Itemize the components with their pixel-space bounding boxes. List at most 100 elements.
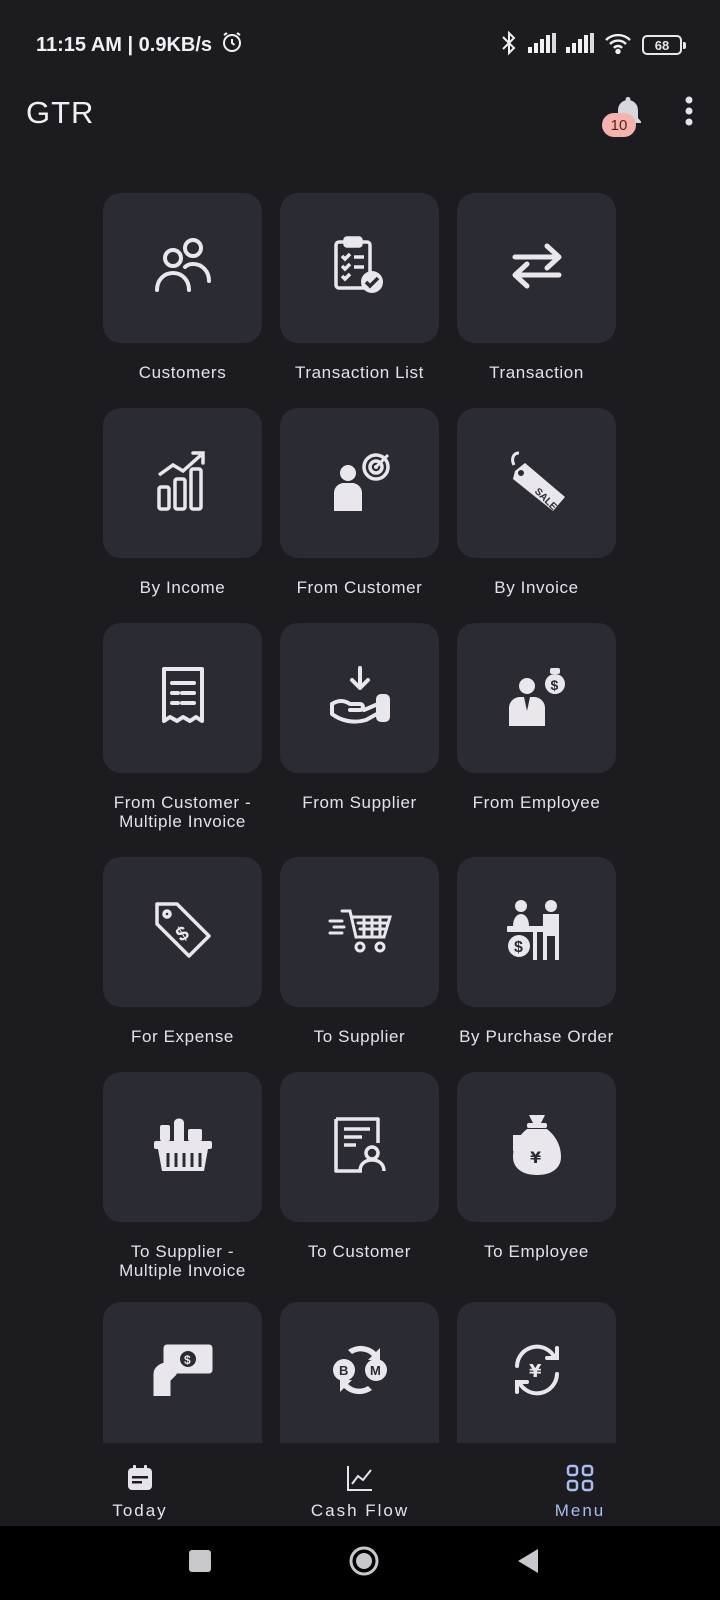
tile-box[interactable]: SALE	[457, 408, 616, 558]
swap-arrows-icon	[507, 241, 567, 296]
document-person-icon	[332, 1115, 388, 1180]
bottom-nav: Today Cash Flow Menu	[0, 1452, 720, 1526]
tile-label: To Supplier	[313, 1027, 406, 1046]
menu-item-hand-cash[interactable]: $	[103, 1302, 262, 1443]
tile-box[interactable]: $	[457, 857, 616, 1007]
tile-label: To Employee	[484, 1242, 589, 1261]
tile-box[interactable]	[280, 623, 439, 773]
status-left: 11:15 AM | 0.9KB/s	[36, 30, 244, 60]
tile-label: From Supplier	[302, 793, 417, 812]
yen-bag-icon: ¥	[509, 1113, 565, 1182]
tile-box[interactable]	[103, 623, 262, 773]
tile-label: By Income	[139, 578, 226, 597]
svg-text:$: $	[550, 677, 558, 693]
more-vert-icon[interactable]	[684, 96, 694, 131]
tile-box[interactable]	[103, 193, 262, 343]
notifications-button[interactable]: 10	[602, 91, 650, 137]
tile-box[interactable]	[280, 408, 439, 558]
grocery-basket-icon	[152, 1115, 214, 1180]
trend-chart-icon	[346, 1464, 374, 1497]
wifi-icon	[604, 32, 632, 59]
tile-label: From Customer - Multiple Invoice	[113, 793, 252, 831]
app-bar: GTR 10	[0, 80, 720, 146]
svg-text:$: $	[184, 1353, 191, 1367]
hand-receive-icon	[328, 665, 392, 731]
menu-item-customers[interactable]: Customers	[103, 193, 262, 382]
tile-box[interactable]	[103, 408, 262, 558]
back-icon[interactable]	[516, 1547, 540, 1580]
tile-label: By Invoice	[494, 578, 579, 597]
tile-box[interactable]	[280, 1072, 439, 1222]
tile-box[interactable]	[457, 193, 616, 343]
signal-icon	[566, 32, 594, 58]
menu-item-by-income[interactable]: By Income	[103, 408, 262, 597]
tile-box[interactable]: $	[457, 623, 616, 773]
menu-item-by-purchase-order[interactable]: $ By Purchase Order	[457, 857, 616, 1046]
tile-label: Transaction List	[295, 363, 424, 382]
tile-label: To Customer	[308, 1242, 411, 1261]
fast-cart-icon	[328, 905, 392, 960]
menu-item-yen-cycle[interactable]: ¥	[457, 1302, 616, 1443]
tile-label: By Purchase Order	[459, 1027, 614, 1046]
tile-box[interactable]: $	[103, 857, 262, 1007]
svg-text:¥: ¥	[530, 1148, 541, 1167]
tile-label: Transaction	[489, 363, 584, 382]
menu-item-from-supplier[interactable]: From Supplier	[280, 623, 439, 812]
menu-item-to-supplier-multiple-invoice[interactable]: To Supplier - Multiple Invoice	[103, 1072, 262, 1280]
dollar-tag-icon: $	[151, 898, 215, 967]
hand-cash-icon: $	[151, 1340, 215, 1405]
alarm-icon	[220, 30, 244, 60]
menu-item-transaction[interactable]: Transaction	[457, 193, 616, 382]
tile-box[interactable]: $	[103, 1302, 262, 1443]
signal-icon	[528, 32, 556, 58]
receipt-icon	[158, 665, 208, 732]
svg-text:M: M	[370, 1363, 381, 1378]
menu-item-to-customer[interactable]: To Customer	[280, 1072, 439, 1261]
menu-item-currency-exchange[interactable]: B M	[280, 1302, 439, 1443]
tile-label: From Employee	[472, 793, 601, 812]
bar-growth-icon	[155, 449, 211, 518]
menu-item-to-employee[interactable]: ¥ To Employee	[457, 1072, 616, 1261]
counter-payment-icon: $	[505, 898, 569, 967]
tile-label: From Customer	[296, 578, 423, 597]
nav-cash-flow-label: Cash Flow	[310, 1501, 410, 1520]
nav-today[interactable]: Today	[70, 1452, 210, 1526]
menu-item-for-expense[interactable]: $ For Expense	[103, 857, 262, 1046]
tile-label: For Expense	[131, 1027, 234, 1046]
tile-box[interactable]	[280, 193, 439, 343]
system-nav-bar	[0, 1526, 720, 1600]
tile-box[interactable]	[280, 857, 439, 1007]
menu-item-to-supplier[interactable]: To Supplier	[280, 857, 439, 1046]
tile-box[interactable]: ¥	[457, 1302, 616, 1443]
status-time: 11:15 AM | 0.9KB/s	[36, 33, 213, 56]
menu-item-from-employee[interactable]: $ From Employee	[457, 623, 616, 812]
menu-item-transaction-list[interactable]: Transaction List	[280, 193, 439, 382]
home-icon[interactable]	[348, 1545, 380, 1582]
sale-tag-icon: SALE	[507, 449, 567, 518]
tile-label: Customers	[138, 363, 227, 382]
clipboard-check-icon	[330, 234, 390, 303]
svg-text:¥: ¥	[529, 1361, 542, 1382]
tile-box[interactable]: ¥	[457, 1072, 616, 1222]
app-actions: 10	[602, 91, 694, 137]
menu-item-from-customer-multiple-invoice[interactable]: From Customer - Multiple Invoice	[103, 623, 262, 831]
tile-box[interactable]	[103, 1072, 262, 1222]
svg-text:$: $	[514, 939, 523, 956]
currency-exchange-icon: B M	[328, 1340, 392, 1405]
menu-item-by-invoice[interactable]: SALE By Invoice	[457, 408, 616, 597]
recents-icon[interactable]	[188, 1549, 212, 1578]
app-title: GTR	[26, 95, 95, 130]
calendar-icon	[126, 1464, 154, 1497]
nav-today-label: Today	[112, 1501, 168, 1520]
nav-cash-flow[interactable]: Cash Flow	[290, 1452, 430, 1526]
tile-box[interactable]: B M	[280, 1302, 439, 1443]
employee-money-icon: $	[505, 664, 569, 733]
nav-menu-label: Menu	[554, 1501, 606, 1520]
status-bar: 11:15 AM | 0.9KB/s 68	[0, 0, 720, 90]
svg-text:B: B	[339, 1363, 348, 1378]
status-right: 68	[500, 30, 686, 61]
nav-menu[interactable]: Menu	[510, 1452, 650, 1526]
person-target-icon	[328, 449, 392, 518]
menu-item-from-customer[interactable]: From Customer	[280, 408, 439, 597]
notification-badge: 10	[602, 113, 636, 137]
